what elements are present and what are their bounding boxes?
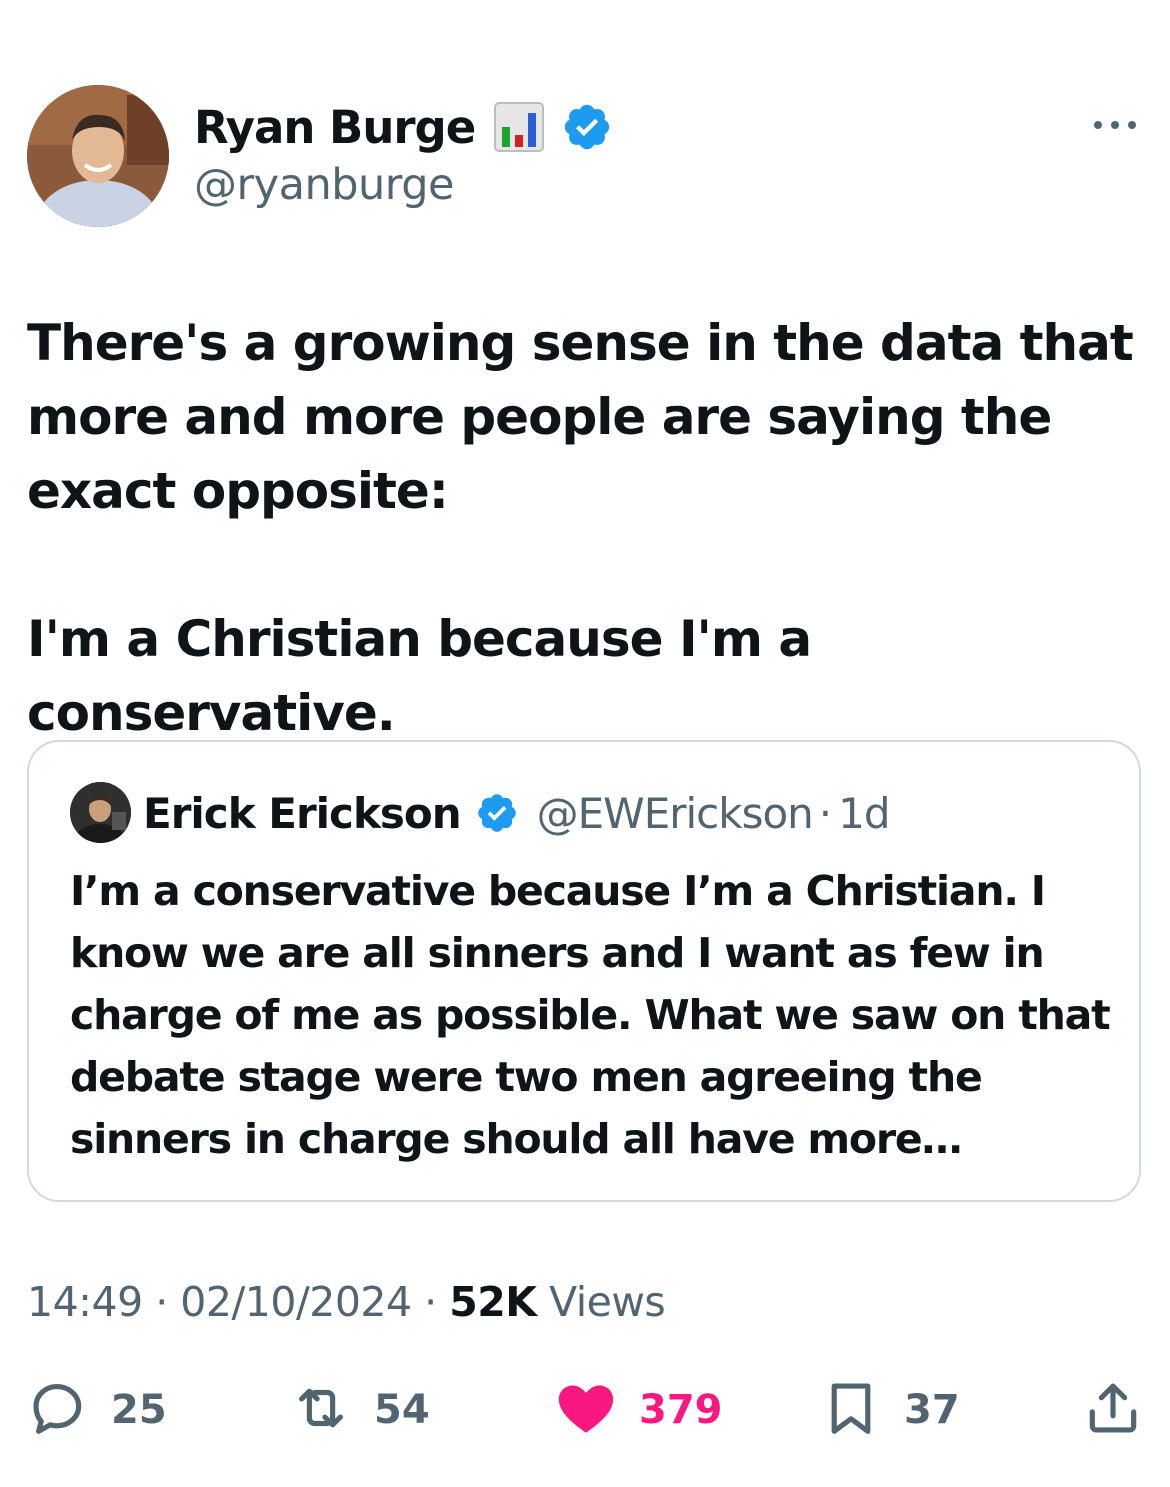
tweet-actions-bar: 25 54 379 37	[0, 1375, 1170, 1445]
repost-button[interactable]: 54	[290, 1375, 430, 1445]
quoted-tweet-text: I’m a conservative because I’m a Christi…	[70, 867, 1111, 1163]
quoted-author-handle[interactable]: @EWErickson	[537, 789, 814, 838]
reply-count: 25	[111, 1387, 167, 1433]
like-button[interactable]: 379	[555, 1375, 723, 1445]
quoted-tweet-header: Erick Erickson @EWErickson · 1d	[143, 784, 891, 842]
author-avatar[interactable]	[27, 85, 169, 227]
bookmark-button[interactable]: 37	[820, 1375, 960, 1445]
meta-separator: ·	[424, 1278, 437, 1326]
like-count: 379	[639, 1387, 723, 1433]
share-icon	[1082, 1377, 1144, 1443]
bookmark-count: 37	[904, 1387, 960, 1433]
heart-icon	[555, 1377, 617, 1443]
reply-icon	[27, 1377, 89, 1443]
tweet-time[interactable]: 14:49	[27, 1278, 143, 1326]
repost-count: 54	[374, 1387, 430, 1433]
quoted-verified-badge-icon	[475, 791, 519, 835]
meta-separator: ·	[155, 1278, 168, 1326]
tweet-date[interactable]: 02/10/2024	[180, 1278, 412, 1326]
author-name[interactable]: Ryan Burge	[194, 101, 476, 154]
repost-icon	[290, 1377, 352, 1443]
quoted-timestamp[interactable]: 1d	[838, 789, 890, 838]
author-name-row: Ryan Burge	[194, 98, 613, 156]
quoted-author-avatar[interactable]	[70, 782, 131, 843]
quoted-tweet-card[interactable]: Erick Erickson @EWErickson · 1d I’m a co…	[27, 740, 1141, 1202]
views-count[interactable]: 52K	[449, 1278, 537, 1326]
bar-chart-emoji-icon	[493, 101, 545, 153]
author-handle[interactable]: @ryanburge	[194, 160, 454, 210]
verified-badge-icon[interactable]	[561, 101, 613, 153]
views-label[interactable]: Views	[549, 1278, 666, 1326]
tweet-meta: 14:49 · 02/10/2024 · 52K Views	[27, 1278, 666, 1326]
reply-button[interactable]: 25	[27, 1375, 167, 1445]
quoted-separator: ·	[818, 788, 833, 838]
more-options-icon[interactable]	[1090, 110, 1140, 140]
bookmark-icon	[820, 1377, 882, 1443]
share-button[interactable]	[1082, 1375, 1144, 1445]
quoted-author-name[interactable]: Erick Erickson	[143, 789, 462, 838]
tweet-text: There's a growing sense in the data that…	[27, 314, 1134, 742]
